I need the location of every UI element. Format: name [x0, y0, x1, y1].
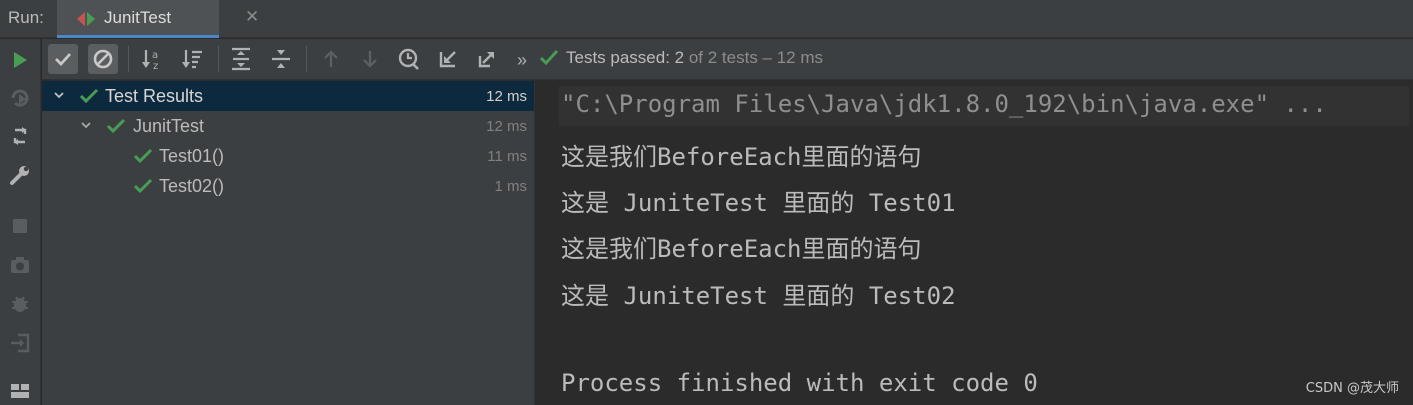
svg-text:a: a: [152, 50, 158, 61]
more-icon[interactable]: »: [507, 45, 537, 75]
status-summary: of 2 tests – 12 ms: [684, 48, 824, 67]
tab-junittest[interactable]: JunitTest ✕: [57, 0, 259, 38]
export-tests-icon[interactable]: [472, 44, 502, 74]
import-tests-icon[interactable]: [433, 44, 463, 74]
run-tool-window-header: Run: JunitTest ✕: [0, 0, 1413, 38]
tree-row-test01[interactable]: Test01() 11 ms: [42, 141, 534, 171]
tree-row-time: 11 ms: [487, 148, 527, 165]
console-line-command[interactable]: "C:\Program Files\Java\jdk1.8.0_192\bin\…: [561, 90, 1327, 118]
passed-check-icon: [133, 148, 153, 170]
svg-text:z: z: [153, 61, 158, 71]
sort-alphabetically-icon[interactable]: az: [138, 44, 168, 74]
console-line: 这是我们BeforeEach里面的语句: [561, 143, 922, 171]
vertical-toolbar: [0, 39, 41, 405]
sort-by-duration-icon[interactable]: [178, 44, 208, 74]
passed-check-icon: [79, 88, 99, 110]
debug-icon: [8, 292, 32, 316]
run-label: Run:: [8, 8, 44, 27]
show-ignored-icon[interactable]: [88, 44, 118, 74]
tree-row-time: 12 ms: [486, 88, 527, 105]
console-line-exit: Process finished with exit code 0: [561, 369, 1038, 397]
tree-row-label: JunitTest: [133, 116, 205, 136]
test-results-tree: Test Results 12 ms JunitTest 12 ms Test0…: [42, 81, 534, 405]
watermark: CSDN @茂大师: [1305, 381, 1399, 396]
console-line: 这是 JuniteTest 里面的 Test01: [561, 189, 956, 217]
console-output[interactable]: "C:\Program Files\Java\jdk1.8.0_192\bin\…: [535, 81, 1413, 405]
chevron-down-icon[interactable]: [80, 118, 92, 130]
previous-failed-icon: [316, 44, 346, 74]
exit-icon: [8, 331, 32, 355]
settings-wrench-icon[interactable]: [8, 163, 32, 187]
tree-row-label: Test02(): [159, 176, 225, 196]
screenshot-icon: [8, 253, 32, 277]
status-text: Tests passed: 2 of 2 tests – 12 ms: [566, 48, 823, 68]
collapse-all-icon[interactable]: [266, 44, 296, 74]
tree-row-test02[interactable]: Test02() 1 ms: [42, 171, 534, 201]
next-failed-icon: [355, 44, 385, 74]
tree-row-junittest[interactable]: JunitTest 12 ms: [42, 111, 534, 141]
chevron-down-icon[interactable]: [53, 88, 65, 100]
layout-icon[interactable]: [8, 379, 32, 403]
expand-all-icon[interactable]: [226, 44, 256, 74]
tree-row-time: 12 ms: [486, 118, 527, 135]
tree-row-time: 1 ms: [494, 178, 527, 195]
test-runner-toolbar: az » Tests passed: 2 of 2 tests – 12 ms: [42, 39, 1413, 80]
tree-row-label: Test Results: [105, 86, 204, 106]
passed-check-icon: [133, 178, 153, 200]
junit-icon: [77, 11, 95, 26]
passed-check-icon: [539, 49, 559, 72]
tree-row-test-results[interactable]: Test Results 12 ms: [42, 81, 534, 111]
tab-title: JunitTest: [104, 8, 172, 27]
rerun-failed-icon: [8, 86, 32, 110]
toggle-auto-test-icon[interactable]: [8, 124, 32, 148]
passed-check-icon: [106, 118, 126, 140]
stop-icon: [8, 214, 32, 238]
console-line: 这是 JuniteTest 里面的 Test02: [561, 282, 956, 310]
history-icon[interactable]: [394, 44, 424, 74]
tree-row-label: Test01(): [159, 146, 225, 166]
rerun-icon[interactable]: [8, 48, 32, 72]
show-passed-icon[interactable]: [48, 44, 78, 74]
console-line: 这是我们BeforeEach里面的语句: [561, 235, 922, 263]
status-main: Tests passed: 2: [566, 48, 685, 67]
close-icon[interactable]: ✕: [245, 7, 259, 27]
